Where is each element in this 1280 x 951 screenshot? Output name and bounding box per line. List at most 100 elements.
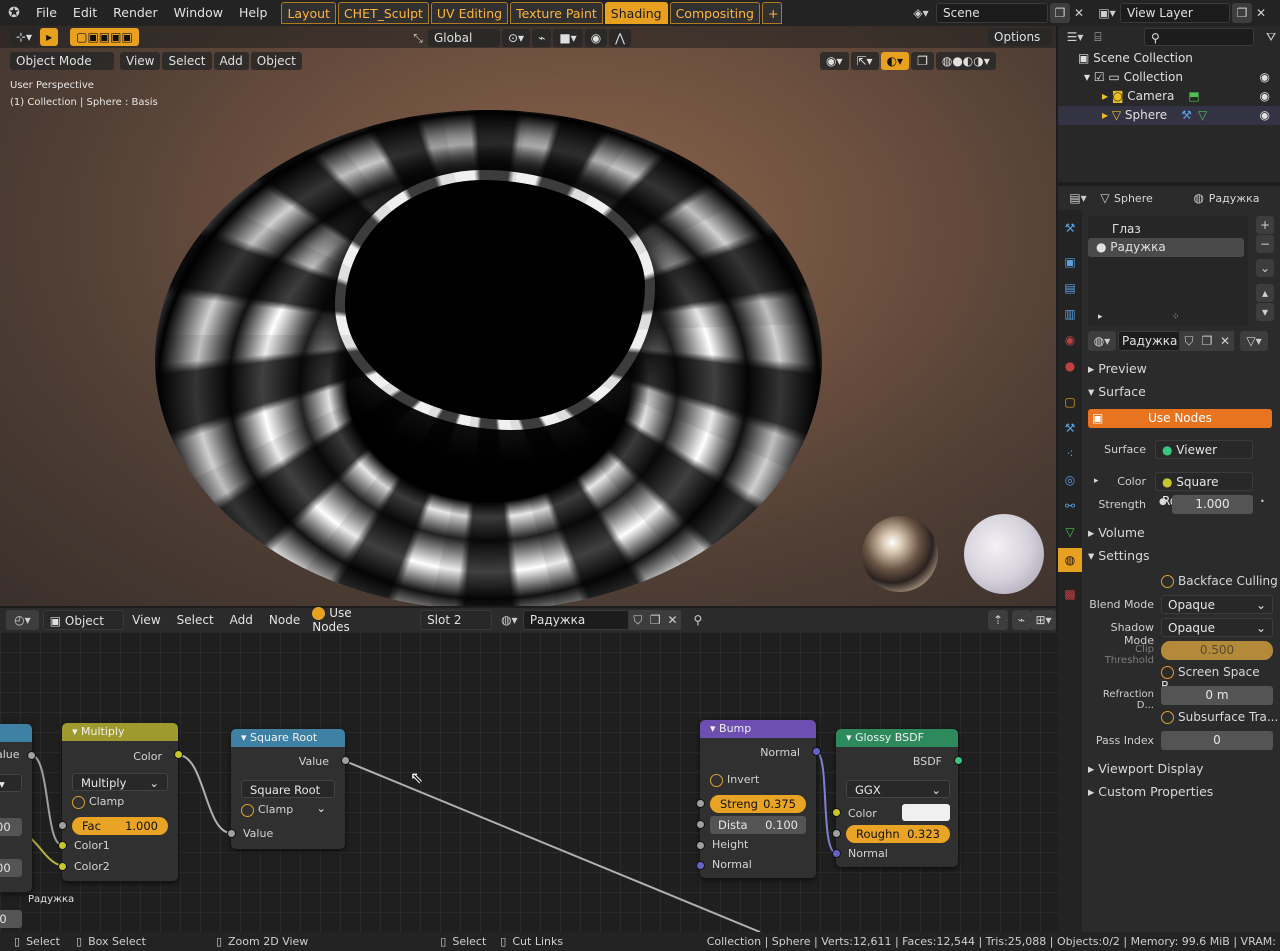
bump-distance-socket[interactable] bbox=[696, 820, 705, 829]
node-menu-view[interactable]: View bbox=[124, 607, 168, 633]
partial-node-dropdown[interactable]: ▾ bbox=[0, 774, 22, 792]
eye-icon[interactable]: ◉ bbox=[1260, 106, 1270, 125]
node-menu-node[interactable]: Node bbox=[261, 607, 308, 633]
node-menu-add[interactable]: Add bbox=[222, 607, 261, 633]
gizmo-icon[interactable]: ⇱▾ bbox=[850, 52, 879, 70]
menu-edit[interactable]: Edit bbox=[65, 0, 105, 26]
material-slot-list[interactable]: Глаз ● Радужка ▸ ⁘ bbox=[1088, 216, 1248, 326]
node-bump-invert[interactable]: Invert bbox=[710, 773, 759, 787]
tab-layout[interactable]: Layout bbox=[281, 2, 336, 24]
node-glossy-dist-dropdown[interactable]: GGX ⌄ bbox=[846, 780, 950, 798]
surface-shader-field[interactable]: ● Viewer bbox=[1155, 440, 1253, 459]
visibility-icon[interactable]: ◉▾ bbox=[820, 52, 849, 70]
partial-node-field-2[interactable]: 00 bbox=[0, 859, 22, 877]
scene-tab-icon[interactable]: ◉ bbox=[1060, 330, 1080, 350]
pin-icon[interactable]: ⚲ bbox=[687, 610, 708, 630]
close-scene-icon[interactable]: ✕ bbox=[1070, 3, 1088, 23]
object-tab-icon[interactable]: ▢ bbox=[1060, 392, 1080, 412]
transform-orientation-dropdown[interactable]: Global bbox=[428, 29, 500, 47]
sqrt-out-socket[interactable] bbox=[341, 756, 350, 765]
viewport-menu-select[interactable]: Select bbox=[162, 52, 212, 70]
fake-user-icon[interactable]: ⛉ bbox=[629, 610, 647, 630]
shadow-mode-dropdown[interactable]: Opaque ⌄ bbox=[1161, 618, 1273, 637]
fake-user-icon[interactable]: ⛉ bbox=[1180, 331, 1198, 351]
slot-specials-icon[interactable]: ⌄ bbox=[1256, 259, 1274, 277]
section-viewport-display[interactable]: ▸ Viewport Display bbox=[1088, 761, 1204, 776]
options-dropdown[interactable]: Options bbox=[988, 28, 1052, 46]
pivot-icon[interactable]: ⊙▾ bbox=[502, 29, 531, 47]
node-bump-distance-field[interactable]: Dista 0.100 bbox=[710, 816, 806, 834]
menu-window[interactable]: Window bbox=[166, 0, 231, 26]
node-multiply-clamp[interactable]: Clamp bbox=[72, 795, 124, 809]
expand-icon[interactable]: ▾ bbox=[1084, 70, 1094, 84]
checkbox-icon[interactable]: ☑ bbox=[1094, 70, 1109, 84]
link-type-icon[interactable]: ▽▾ bbox=[1240, 331, 1268, 351]
physics-tab-icon[interactable]: ◎ bbox=[1060, 470, 1080, 490]
outliner-item-sphere[interactable]: ▸ ▽ Sphere ⚒ ▽ ◉ bbox=[1058, 106, 1280, 125]
partial-node-field-1b[interactable]: 00 bbox=[0, 818, 22, 836]
select-tool-icon[interactable]: ▸ bbox=[40, 28, 59, 46]
multiply-out-socket[interactable] bbox=[174, 750, 183, 759]
node-glossy-header[interactable]: ▾ Glossy BSDF bbox=[836, 729, 958, 747]
viewport-menu-add[interactable]: Add bbox=[213, 52, 249, 70]
multiply-color1-socket[interactable] bbox=[58, 841, 67, 850]
multiply-fac-socket[interactable] bbox=[58, 821, 67, 830]
node-glossy-color-swatch[interactable] bbox=[902, 804, 950, 821]
bump-height-socket[interactable] bbox=[696, 841, 705, 850]
move-slot-up-icon[interactable]: ▴ bbox=[1256, 284, 1274, 302]
node-sqrt-clamp[interactable]: Clamp bbox=[241, 803, 293, 817]
tab-shading[interactable]: Shading bbox=[604, 2, 668, 24]
slot-item-glaz[interactable]: Глаз bbox=[1088, 220, 1244, 239]
iris-sphere-object[interactable] bbox=[155, 110, 822, 606]
unlink-material-icon[interactable]: ✕ bbox=[663, 610, 682, 630]
node-bump[interactable]: ▾ Bump Normal Invert Streng 0.375 Dista 0.… bbox=[700, 720, 816, 878]
viewport-menu-view[interactable]: View bbox=[120, 52, 161, 70]
menu-help[interactable]: Help bbox=[231, 0, 276, 26]
eye-icon[interactable]: ◉ bbox=[1260, 68, 1270, 87]
strength-decorator-icon[interactable]: • bbox=[1260, 497, 1265, 506]
tab-compositing[interactable]: Compositing bbox=[669, 2, 760, 24]
viewport-menu-object[interactable]: Object bbox=[250, 52, 302, 70]
tool-tab-icon[interactable]: ⚒ bbox=[1060, 218, 1080, 238]
close-view-layer-icon[interactable]: ✕ bbox=[1252, 3, 1270, 23]
snap-element-icon[interactable]: ⊞▾ bbox=[1030, 610, 1056, 630]
filter-icon[interactable]: ⌸ bbox=[1088, 27, 1108, 47]
material-browse-icon[interactable]: ◍▾ bbox=[1088, 331, 1116, 351]
slot-dropdown[interactable]: Slot 2 bbox=[420, 610, 492, 630]
view-layer-tab-icon[interactable]: ▥ bbox=[1060, 304, 1080, 324]
outliner-type-icon[interactable]: ☰▾ bbox=[1062, 27, 1088, 47]
scene-field[interactable]: Scene bbox=[936, 3, 1048, 23]
outliner-item-camera[interactable]: ▸ ◙ Camera ⬒ ◉ bbox=[1058, 87, 1280, 106]
snap-icon[interactable]: ⌁ bbox=[532, 29, 552, 47]
overlay-icon[interactable]: ◐▾ bbox=[880, 52, 910, 70]
falloff-icon[interactable]: ⋀ bbox=[609, 29, 632, 47]
node-glossy-bsdf[interactable]: ▾ Glossy BSDF BSDF GGX ⌄ Color Roughn 0.32… bbox=[836, 729, 958, 867]
shading-modes-icons[interactable]: ◍●◐◑▾ bbox=[935, 52, 996, 70]
outliner-search-input[interactable]: ⚲ bbox=[1144, 28, 1254, 46]
eye-icon[interactable]: ◉ bbox=[1260, 87, 1270, 106]
snap-node-icon[interactable]: ⌁ bbox=[1011, 610, 1031, 630]
bump-normal-socket[interactable] bbox=[696, 861, 705, 870]
world-tab-icon[interactable]: ● bbox=[1060, 356, 1080, 376]
scene-icon[interactable]: ◈▾ bbox=[906, 3, 936, 23]
slot-item-raduzhka[interactable]: ● Радужка bbox=[1088, 238, 1244, 257]
outliner-scene-collection[interactable]: ▣ Scene Collection bbox=[1058, 49, 1280, 68]
node-multiply-op-dropdown[interactable]: Multiply ⌄ bbox=[72, 773, 168, 791]
section-settings[interactable]: ▾ Settings bbox=[1088, 548, 1150, 563]
3d-viewport[interactable]: ⊹▾ ▸ ▢▣▣▣▣ ⤡ Global ⊙▾ ⌁ ■▾ ◉ ⋀ Options … bbox=[0, 26, 1056, 606]
section-volume[interactable]: ▸ Volume bbox=[1088, 525, 1145, 540]
section-custom-properties[interactable]: ▸ Custom Properties bbox=[1088, 784, 1213, 799]
outliner-filter-icon[interactable]: ⛛ bbox=[1260, 27, 1280, 47]
data-tab-icon[interactable]: ▽ bbox=[1060, 522, 1080, 542]
use-nodes-button[interactable]: ▣ Use Nodes bbox=[1088, 409, 1272, 428]
xray-icon[interactable]: ❐ bbox=[911, 52, 934, 70]
node-editor-canvas[interactable]: alue ▾ 00 00 00 ▾ Multiply Color Multipl… bbox=[0, 632, 1080, 932]
menu-render[interactable]: Render bbox=[105, 0, 166, 26]
object-mode-dropdown[interactable]: Object Mode bbox=[10, 52, 114, 70]
copy-scene-icon[interactable]: ❐ bbox=[1050, 3, 1070, 23]
node-multiply-fac-slider[interactable]: Fac 1.000 bbox=[72, 817, 168, 835]
sqrt-in-socket[interactable] bbox=[227, 829, 236, 838]
bump-out-socket[interactable] bbox=[812, 747, 821, 756]
use-nodes-toggle[interactable]: Use Nodes bbox=[312, 606, 390, 634]
subsurface-translucency-checkbox[interactable]: Subsurface Tra... bbox=[1161, 710, 1278, 724]
